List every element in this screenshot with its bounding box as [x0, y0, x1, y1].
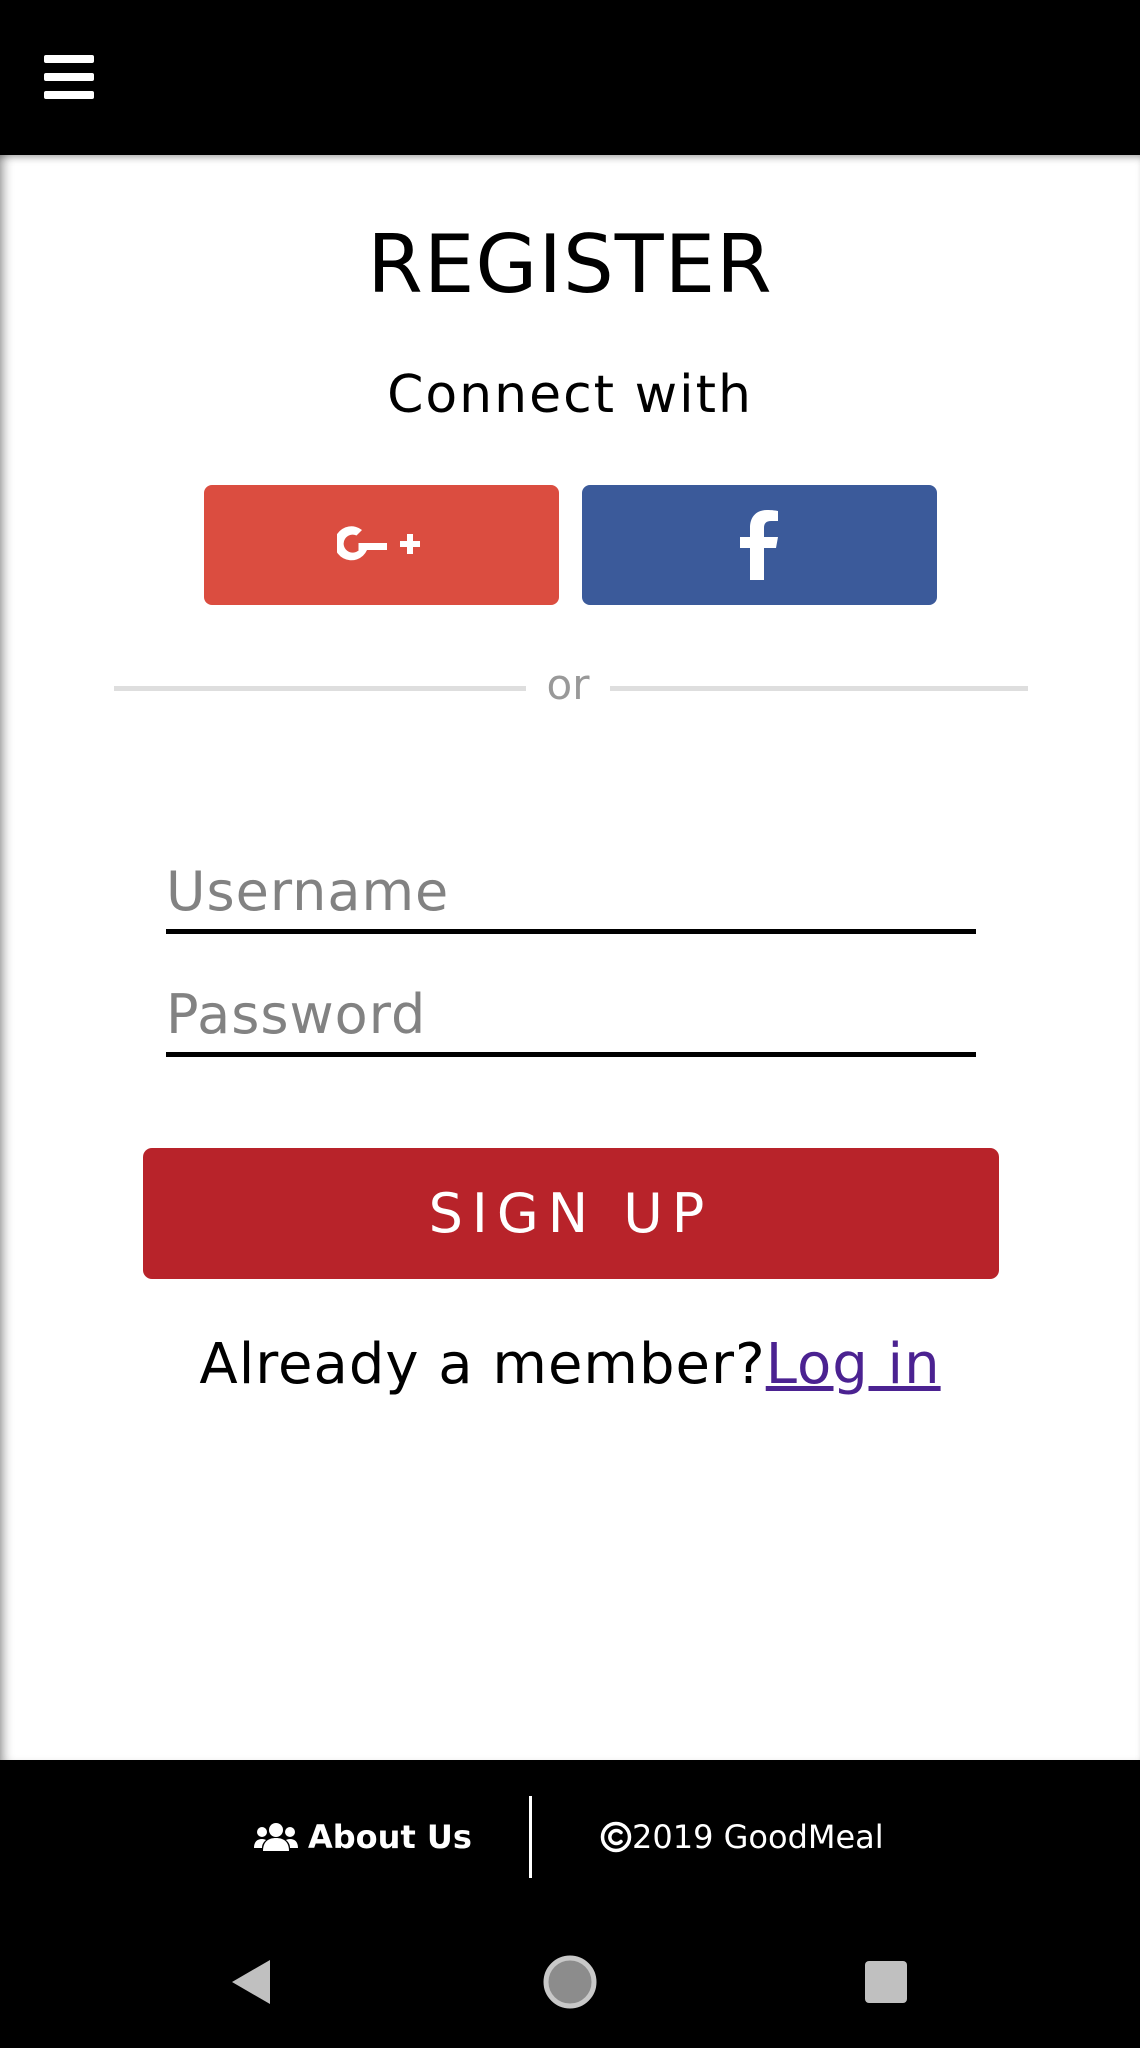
divider-or-label: or — [546, 660, 590, 709]
home-circle-icon[interactable] — [540, 1952, 600, 2012]
top-app-bar — [0, 0, 1140, 155]
google-plus-icon — [336, 526, 420, 561]
page-title: REGISTER — [367, 218, 773, 311]
divider-line-left — [114, 686, 526, 691]
password-input[interactable] — [166, 976, 976, 1057]
hamburger-menu-icon[interactable] — [44, 55, 94, 99]
register-panel: REGISTER Connect with or SIGN UP Already… — [0, 155, 1140, 1760]
copyright-notice: 2019 GoodMeal — [600, 1812, 884, 1862]
sign-up-button[interactable]: SIGN UP — [143, 1148, 999, 1279]
back-triangle-icon[interactable] — [222, 1952, 282, 2012]
connect-with-label: Connect with — [387, 365, 753, 425]
divider-line-right — [610, 686, 1028, 691]
already-member-row: Already a member?Log in — [0, 1325, 1140, 1405]
recent-apps-square-icon[interactable] — [856, 1952, 916, 2012]
username-input[interactable] — [166, 853, 976, 934]
copyright-icon — [600, 1821, 632, 1853]
about-us-link[interactable]: About Us — [254, 1812, 472, 1862]
copyright-text: 2019 GoodMeal — [632, 1818, 884, 1856]
footer: About Us 2019 GoodMeal — [0, 1760, 1140, 1915]
about-us-label: About Us — [308, 1818, 472, 1856]
facebook-button[interactable] — [582, 485, 937, 605]
facebook-icon — [739, 510, 778, 580]
google-plus-button[interactable] — [204, 485, 559, 605]
users-icon — [254, 1823, 298, 1851]
already-member-text: Already a member? — [199, 1332, 766, 1397]
footer-separator — [529, 1796, 532, 1878]
system-navigation-bar — [0, 1915, 1140, 2048]
login-link[interactable]: Log in — [766, 1332, 941, 1397]
